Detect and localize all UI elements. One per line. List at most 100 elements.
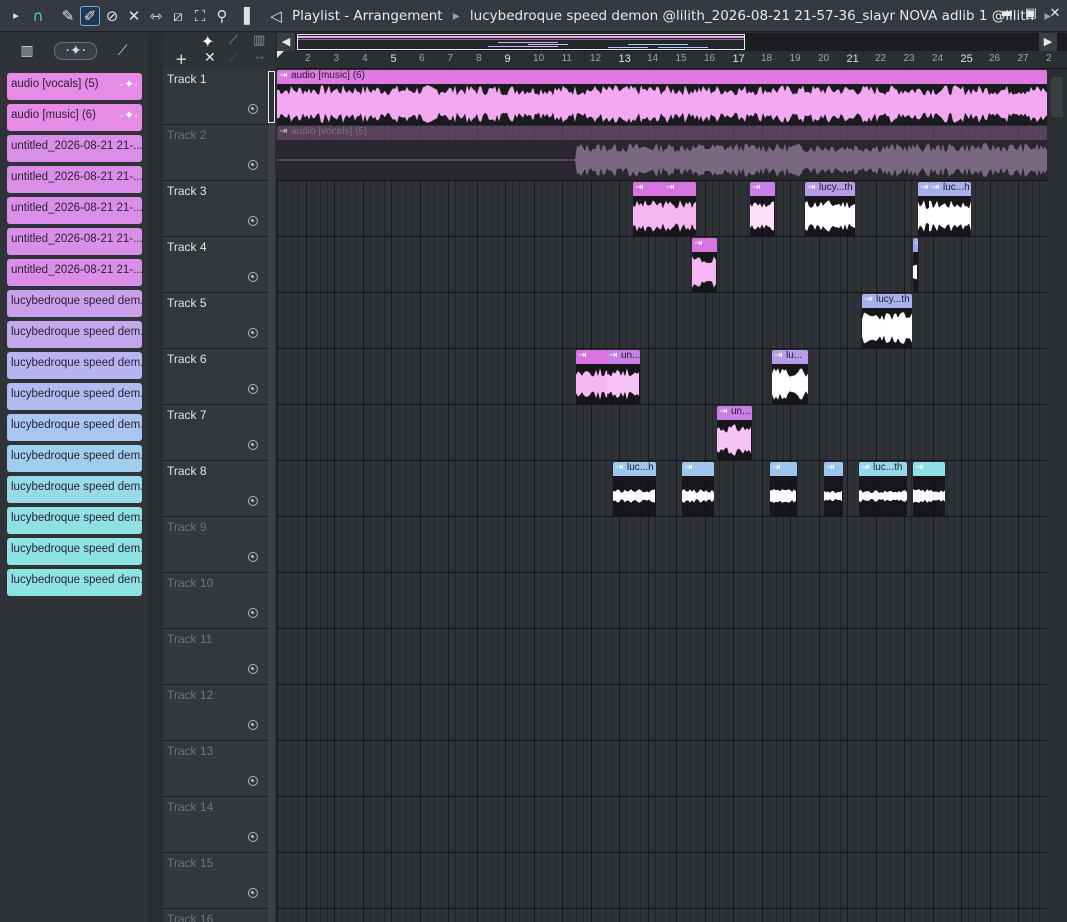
- pencil-icon[interactable]: ✎: [58, 6, 78, 26]
- scroll-right-icon[interactable]: ▶: [1039, 33, 1057, 51]
- browser-clip[interactable]: lucybedroque speed dem...: [7, 290, 142, 317]
- slip-tool-icon[interactable]: ⇿: [146, 6, 166, 26]
- clip-header[interactable]: un...: [717, 406, 752, 420]
- track-record-icon[interactable]: [248, 160, 258, 170]
- browser-clip[interactable]: untitled_2026-08-21 21-...: [7, 135, 142, 162]
- remove-track-icon[interactable]: ✕: [204, 50, 216, 66]
- track-select-strip[interactable]: [268, 293, 275, 349]
- browser-clip[interactable]: lucybedroque speed dem...: [7, 352, 142, 379]
- playlist-clip[interactable]: luc...h: [929, 182, 971, 236]
- clip-header[interactable]: lu...: [772, 350, 808, 364]
- track-header[interactable]: Track 10: [163, 573, 268, 629]
- mute-tool-icon[interactable]: ✕: [124, 6, 144, 26]
- playlist-clip[interactable]: audio [music] (6): [277, 70, 1047, 124]
- track-record-icon[interactable]: [248, 888, 258, 898]
- track-select-strip[interactable]: [268, 573, 275, 629]
- play-arrow-icon[interactable]: ▸: [6, 6, 26, 26]
- arrangement-overview[interactable]: ◀ ▶: [277, 33, 1067, 51]
- track-record-icon[interactable]: [248, 664, 258, 674]
- playlist-grid[interactable]: audio [music] (6) audio [vocals] (5) lucy.…: [277, 69, 1047, 922]
- playlist-clip[interactable]: lucy...th: [862, 294, 912, 348]
- browser-clip[interactable]: lucybedroque speed dem...: [7, 538, 142, 565]
- browser-clip[interactable]: lucybedroque speed dem...: [7, 445, 142, 472]
- clip-header[interactable]: [664, 182, 696, 196]
- track-select-strip[interactable]: [268, 125, 275, 181]
- track-header[interactable]: Track 7: [163, 405, 268, 461]
- slice-tool-icon[interactable]: ⧄: [168, 6, 188, 26]
- track-select-strip[interactable]: [268, 71, 275, 123]
- track-select-strip[interactable]: [268, 685, 275, 741]
- track-record-icon[interactable]: [248, 496, 258, 506]
- browser-clip[interactable]: lucybedroque speed dem...: [7, 383, 142, 410]
- browser-clip[interactable]: untitled_2026-08-21 21-...: [7, 259, 142, 286]
- playlist-clip[interactable]: luc...h: [613, 462, 656, 516]
- playlist-clip[interactable]: [824, 462, 843, 516]
- minimize-icon[interactable]: ▬: [999, 6, 1015, 21]
- track-record-icon[interactable]: [248, 272, 258, 282]
- playlist-clip[interactable]: luc...th: [859, 462, 907, 516]
- maximize-icon[interactable]: ▣: [1023, 6, 1039, 21]
- clip-header[interactable]: luc...th: [859, 462, 907, 476]
- magnet-snap-icon[interactable]: ∩: [28, 6, 48, 26]
- playlist-clip[interactable]: lu...: [772, 350, 808, 404]
- clip-header[interactable]: [913, 462, 945, 476]
- track-select-strip[interactable]: [268, 741, 275, 797]
- playlist-clip[interactable]: [692, 238, 717, 292]
- track-record-icon[interactable]: [248, 104, 258, 114]
- track-header[interactable]: Track 8: [163, 461, 268, 517]
- close-icon[interactable]: ✕: [1047, 6, 1063, 21]
- browser-clip[interactable]: lucybedroque speed dem...: [7, 414, 142, 441]
- track-header[interactable]: Track 5: [163, 293, 268, 349]
- track-select-strip[interactable]: [268, 629, 275, 685]
- clip-header[interactable]: [770, 462, 797, 476]
- clip-header[interactable]: [633, 182, 665, 196]
- track-header[interactable]: Track 1: [163, 69, 268, 125]
- track-select-strip[interactable]: [268, 237, 275, 293]
- playback-tool-icon[interactable]: ▐: [234, 6, 254, 26]
- waveform-icon[interactable]: ✦: [201, 32, 214, 51]
- browser-clip[interactable]: untitled_2026-08-21 21-...: [7, 228, 142, 255]
- browser-clip[interactable]: lucybedroque speed dem...: [7, 321, 142, 348]
- track-record-icon[interactable]: [248, 216, 258, 226]
- playlist-clip[interactable]: un...: [607, 350, 640, 404]
- track-header[interactable]: Track 4: [163, 237, 268, 293]
- track-select-strip[interactable]: [268, 405, 275, 461]
- clip-header[interactable]: [750, 182, 775, 196]
- clip-header[interactable]: luc...h: [613, 462, 656, 476]
- playlist-clip[interactable]: [576, 350, 608, 404]
- clip-header[interactable]: [576, 350, 608, 364]
- track-select-strip[interactable]: [268, 909, 275, 922]
- select-tool-icon[interactable]: ⛶: [190, 6, 210, 26]
- clip-header[interactable]: [824, 462, 843, 476]
- audio-clips-icon[interactable]: ·✦·: [54, 42, 98, 60]
- playlist-clip[interactable]: lucy...th: [805, 182, 855, 236]
- clip-header[interactable]: [913, 238, 918, 252]
- track-select-strip[interactable]: [268, 181, 275, 237]
- track-select-strip[interactable]: [268, 349, 275, 405]
- playlist-clip[interactable]: [770, 462, 797, 516]
- clip-header[interactable]: [682, 462, 714, 476]
- track-select-strip[interactable]: [268, 853, 275, 909]
- clip-header[interactable]: audio [music] (6): [277, 70, 1047, 84]
- track-select-strip[interactable]: [268, 517, 275, 573]
- timeline-ruler[interactable]: 2 3 4 5 6 7 8 9 10 11 12 13 14 15 16 17 18 19 20 21 22 23 24 25…: [277, 51, 1067, 69]
- track-header[interactable]: Track 16: [163, 909, 268, 922]
- track-select-strip[interactable]: [268, 461, 275, 517]
- browser-clip[interactable]: lucybedroque speed dem...: [7, 569, 142, 596]
- track-record-icon[interactable]: [248, 720, 258, 730]
- paint-brush-icon[interactable]: ✐: [80, 5, 100, 26]
- track-record-icon[interactable]: [248, 440, 258, 450]
- browser-clip[interactable]: audio [music] (6) ·✦·: [7, 104, 142, 131]
- playhead-marker-icon[interactable]: [277, 51, 284, 58]
- browser-clip[interactable]: lucybedroque speed dem...: [7, 476, 142, 503]
- browser-clip[interactable]: untitled_2026-08-21 21-...: [7, 197, 142, 224]
- scrollbar-thumb[interactable]: [1051, 77, 1063, 117]
- track-record-icon[interactable]: [248, 608, 258, 618]
- overview-window[interactable]: [297, 34, 745, 50]
- clip-header[interactable]: un...: [607, 350, 640, 364]
- track-record-icon[interactable]: [248, 328, 258, 338]
- track-header[interactable]: Track 9: [163, 517, 268, 573]
- track-header[interactable]: Track 2: [163, 125, 268, 181]
- scroll-left-icon[interactable]: ◀: [277, 33, 295, 51]
- clip-header[interactable]: luc...h: [929, 182, 971, 196]
